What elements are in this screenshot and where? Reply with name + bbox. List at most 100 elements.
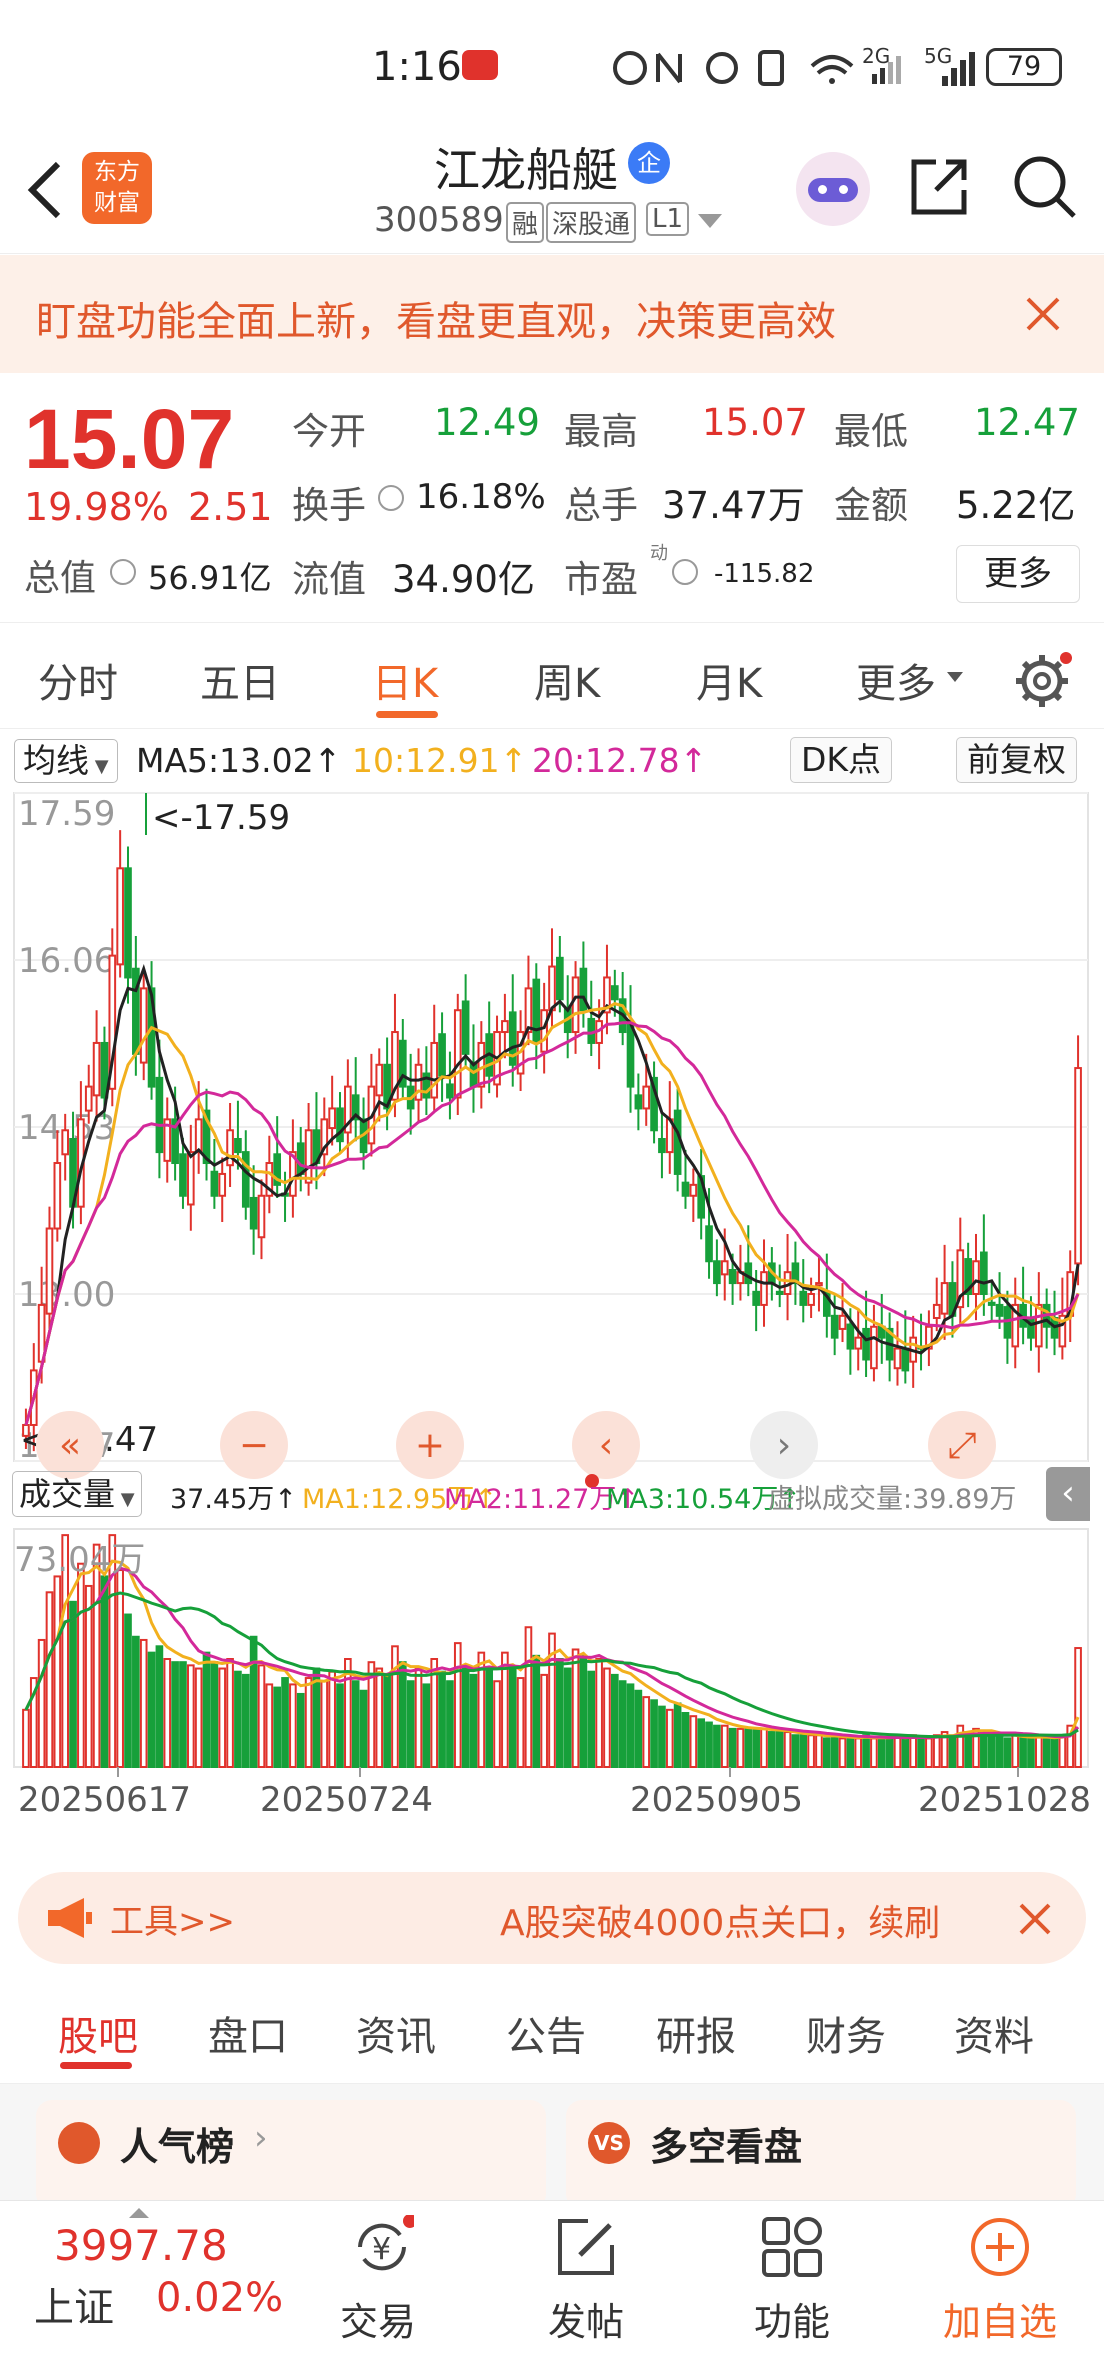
info-icon[interactable] <box>110 559 136 585</box>
robot-assistant-icon[interactable] <box>796 152 870 226</box>
candle[interactable] <box>422 1046 431 1115</box>
candle[interactable] <box>665 1081 674 1174</box>
candle[interactable] <box>116 830 124 978</box>
prev-button[interactable]: ‹ <box>572 1411 640 1479</box>
candle[interactable] <box>469 1024 478 1113</box>
tab-news[interactable]: 资讯 <box>356 2004 436 2062</box>
collapse-panel-button[interactable]: ‹ <box>1046 1467 1090 1521</box>
feature-banner[interactable]: 盯盘功能全面上新，看盘更直观，决策更高效 <box>0 255 1104 373</box>
kline-chart-area[interactable]: 均线 ▼ MA5:13.02↑ 10:12.91↑ 20:12.78↑ DK点 … <box>0 729 1104 1854</box>
candle[interactable] <box>870 1304 878 1382</box>
candle[interactable] <box>815 1255 823 1312</box>
candle[interactable] <box>328 1075 336 1146</box>
tab-pankou[interactable]: 盘口 <box>208 2004 288 2062</box>
nav-trade[interactable]: ¥ 交易 <box>308 2201 448 2377</box>
candle[interactable] <box>296 1127 305 1192</box>
candle[interactable] <box>626 985 635 1113</box>
candle[interactable] <box>186 1124 195 1231</box>
candle[interactable] <box>532 963 541 1070</box>
candle[interactable] <box>289 1119 297 1218</box>
tab-monthly-k[interactable]: 月K <box>696 651 762 709</box>
candle[interactable] <box>689 1168 698 1222</box>
candle[interactable] <box>862 1290 870 1377</box>
candle[interactable] <box>398 1018 407 1100</box>
tab-weekly-k[interactable]: 周K <box>534 651 600 709</box>
close-icon[interactable] <box>1024 295 1062 333</box>
candle[interactable] <box>320 1097 329 1177</box>
volume-select[interactable]: 成交量 ▼ <box>12 1471 142 1517</box>
share-icon[interactable] <box>906 154 972 220</box>
eastmoney-logo[interactable]: 东方 财富 <box>82 152 152 224</box>
candle[interactable] <box>893 1321 902 1386</box>
candle[interactable] <box>218 1157 227 1222</box>
tab-profile[interactable]: 资料 <box>954 2004 1034 2062</box>
volume-chart[interactable]: 73.04万 20250617 20250724 20250905 20251028 <box>0 1525 1104 1855</box>
candle[interactable] <box>139 972 148 1081</box>
candle[interactable] <box>336 1092 344 1155</box>
candle[interactable] <box>477 1021 486 1109</box>
candle[interactable] <box>964 1242 972 1308</box>
gear-icon[interactable] <box>1012 651 1072 711</box>
candle[interactable] <box>634 1073 643 1131</box>
tab-five-day[interactable]: 五日 <box>200 651 280 709</box>
candle[interactable] <box>932 1277 941 1332</box>
candle[interactable] <box>273 1116 282 1198</box>
candle[interactable] <box>587 980 596 1057</box>
candle[interactable] <box>391 993 399 1118</box>
candle[interactable] <box>304 1102 313 1196</box>
candle[interactable] <box>226 1102 234 1188</box>
candle[interactable] <box>406 1053 415 1135</box>
candle[interactable] <box>210 1139 219 1209</box>
tab-more[interactable]: 更多 <box>856 651 936 709</box>
popularity-card[interactable]: 人气榜 › <box>36 2100 546 2210</box>
tab-guba[interactable]: 股吧 <box>58 2004 138 2062</box>
candle[interactable] <box>1042 1288 1051 1349</box>
candle[interactable] <box>783 1233 792 1321</box>
search-icon[interactable] <box>1010 152 1080 222</box>
tab-finance[interactable]: 财务 <box>806 2004 886 2062</box>
candle[interactable] <box>351 1057 360 1142</box>
zoom-in-button[interactable]: + <box>396 1411 464 1479</box>
candle[interactable] <box>77 1081 85 1225</box>
candle[interactable] <box>1019 1266 1027 1345</box>
scroll-left-button[interactable]: « <box>36 1411 104 1479</box>
candle[interactable] <box>697 1148 706 1240</box>
more-button[interactable]: 更多 <box>956 545 1080 603</box>
candle[interactable] <box>1011 1277 1020 1369</box>
zoom-out-button[interactable]: − <box>220 1411 288 1479</box>
candle[interactable] <box>257 1179 266 1260</box>
candle[interactable] <box>461 974 470 1067</box>
candle[interactable] <box>799 1259 808 1323</box>
candle[interactable] <box>163 1097 172 1183</box>
next-button[interactable]: › <box>750 1411 818 1479</box>
candle[interactable] <box>658 1111 666 1179</box>
candle[interactable] <box>791 1241 800 1305</box>
info-icon[interactable] <box>672 559 698 585</box>
nav-post[interactable]: 发帖 <box>516 2201 656 2377</box>
price-chart[interactable]: 17.5916.0614.5313.0011.47<-17.59<-11.47«… <box>0 789 1104 1499</box>
candle[interactable] <box>446 1051 454 1120</box>
candle[interactable] <box>375 1048 384 1122</box>
candle[interactable] <box>854 1310 863 1371</box>
long-short-card[interactable]: VS 多空看盘 <box>566 2100 1076 2210</box>
candle[interactable] <box>438 1012 446 1102</box>
candle[interactable] <box>713 1239 721 1297</box>
chevron-down-icon[interactable] <box>696 212 724 230</box>
nav-functions[interactable]: 功能 <box>722 2201 862 2377</box>
candle[interactable] <box>430 1004 439 1111</box>
candle[interactable] <box>807 1277 815 1319</box>
index-ticker[interactable]: 3997.78 上证 0.02% <box>0 2201 300 2377</box>
close-icon[interactable] <box>1018 1902 1052 1936</box>
chevron-down-icon[interactable] <box>946 671 964 683</box>
adjust-button[interactable]: 前复权 <box>956 737 1077 783</box>
candle[interactable] <box>312 1092 321 1190</box>
fullscreen-button[interactable]: ⤢ <box>928 1411 996 1479</box>
candle[interactable] <box>603 944 611 1035</box>
candle[interactable] <box>414 1048 423 1122</box>
promo-tools-link[interactable]: 工具>> <box>110 1894 235 1943</box>
candle[interactable] <box>202 1088 211 1181</box>
candle[interactable] <box>650 1061 658 1144</box>
candle[interactable] <box>281 1171 289 1222</box>
candle[interactable] <box>367 1053 376 1157</box>
nav-add-watchlist[interactable]: 加自选 <box>930 2201 1070 2377</box>
